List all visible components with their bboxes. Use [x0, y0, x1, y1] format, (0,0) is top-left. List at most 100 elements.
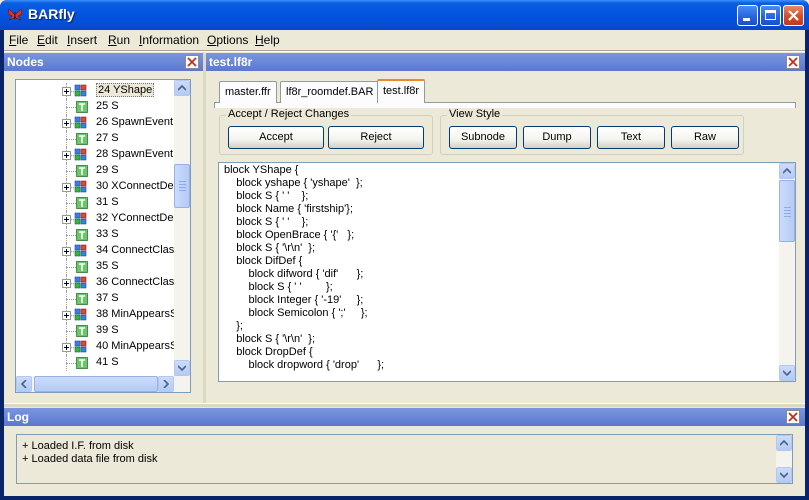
- tab-lf8r-roomdef[interactable]: lf8r_roomdef.BAR: [280, 81, 380, 103]
- code-line: block yshape { 'yshape' };: [224, 177, 363, 189]
- scroll-up-button[interactable]: [779, 163, 795, 179]
- expand-icon[interactable]: [62, 247, 71, 256]
- expand-icon[interactable]: [62, 183, 71, 192]
- block-node-icon: [74, 180, 87, 193]
- menu-run[interactable]: Run: [108, 33, 130, 47]
- log-panel-header: Log: [4, 408, 805, 426]
- tree-item[interactable]: 31 S: [16, 195, 176, 211]
- tree-line: [66, 363, 76, 364]
- app-window: BARfly File Edit Insert Run Information …: [0, 0, 809, 500]
- log-panel-close-button[interactable]: [786, 410, 800, 424]
- tree-item[interactable]: 36 ConnectClas: [16, 275, 176, 291]
- tree-vertical-scrollbar[interactable]: [174, 80, 190, 376]
- tree-item[interactable]: 27 S: [16, 131, 176, 147]
- horizontal-splitter[interactable]: [4, 403, 805, 407]
- code-view[interactable]: block YShape { block yshape { 'yshape' }…: [218, 162, 796, 382]
- tree-item-label: 35 S: [96, 260, 119, 272]
- expand-icon[interactable]: [62, 215, 71, 224]
- menu-edit[interactable]: Edit: [37, 33, 58, 47]
- reject-button[interactable]: Reject: [328, 126, 424, 149]
- menu-insert[interactable]: Insert: [67, 33, 97, 47]
- butterfly-icon: [7, 8, 23, 21]
- maximize-button[interactable]: [760, 5, 781, 26]
- tab-test-lf8r[interactable]: test.lf8r: [377, 79, 426, 103]
- raw-button[interactable]: Raw: [671, 126, 739, 149]
- nodes-panel-close-button[interactable]: [185, 55, 199, 69]
- tree-item-label: 40 MinAppearsS: [96, 340, 178, 352]
- expand-icon[interactable]: [62, 119, 71, 128]
- tree-item[interactable]: 28 SpawnEvent: [16, 147, 176, 163]
- scroll-thumb[interactable]: [174, 164, 190, 208]
- block-node-icon: [74, 116, 87, 129]
- scroll-left-button[interactable]: [16, 376, 32, 392]
- chevron-right-icon: [163, 380, 169, 388]
- scroll-thumb[interactable]: [34, 376, 158, 392]
- log-lines: + Loaded I.F. from disk + Loaded data fil…: [22, 440, 157, 466]
- minimize-button[interactable]: [737, 5, 758, 26]
- editor-panel-close-button[interactable]: [786, 55, 800, 69]
- tree-item[interactable]: 40 MinAppearsS: [16, 339, 178, 355]
- scroll-up-button[interactable]: [776, 435, 792, 451]
- close-icon: [788, 57, 798, 67]
- tree-item[interactable]: 41 S: [16, 355, 176, 371]
- menu-options[interactable]: Options: [207, 33, 248, 47]
- code-line: block DropDef {: [224, 346, 313, 358]
- nodes-panel-header: Nodes: [4, 53, 203, 71]
- tree-item[interactable]: 35 S: [16, 259, 176, 275]
- string-leaf-icon: [76, 357, 88, 369]
- tree-item-label: 39 S: [96, 324, 119, 336]
- minimize-icon: [743, 18, 750, 21]
- code-line: block S { '\r\n' };: [224, 242, 316, 254]
- expand-icon[interactable]: [62, 87, 71, 96]
- window-title: BARfly: [28, 6, 75, 22]
- tree-item[interactable]: 29 S: [16, 163, 176, 179]
- menu-help[interactable]: Help: [255, 33, 280, 47]
- expand-icon[interactable]: [62, 311, 71, 320]
- tree-item-label: 32 YConnectDe: [96, 212, 174, 224]
- node-tree[interactable]: 24 YShape 25 S 26 SpawnEvent 27 S 28 SpawnEv…: [15, 79, 191, 393]
- view-style-group-label: View Style: [447, 108, 503, 120]
- accept-button[interactable]: Accept: [228, 126, 324, 149]
- tab-master-ffr[interactable]: master.ffr: [219, 81, 277, 103]
- close-button[interactable]: [783, 5, 804, 26]
- log-view[interactable]: + Loaded I.F. from disk + Loaded data fil…: [16, 434, 793, 484]
- chevron-down-icon: [178, 365, 186, 371]
- code-line: block S { ' ' };: [224, 281, 333, 293]
- tree-item[interactable]: 33 S: [16, 227, 176, 243]
- tree-item-label: 31 S: [96, 196, 119, 208]
- expand-icon[interactable]: [62, 343, 71, 352]
- dump-button[interactable]: Dump: [523, 126, 591, 149]
- tree-line: [66, 235, 76, 236]
- scroll-down-button[interactable]: [174, 360, 190, 376]
- string-leaf-icon: [76, 101, 88, 113]
- title-bar[interactable]: BARfly: [0, 0, 809, 30]
- code-vertical-scrollbar[interactable]: [779, 163, 795, 381]
- scroll-thumb[interactable]: [779, 180, 795, 242]
- log-vertical-scrollbar[interactable]: [776, 435, 792, 483]
- scroll-down-button[interactable]: [779, 365, 795, 381]
- tree-item[interactable]: 34 ConnectClas: [16, 243, 176, 259]
- expand-icon[interactable]: [62, 279, 71, 288]
- tree-item[interactable]: 39 S: [16, 323, 176, 339]
- block-node-icon: [74, 244, 87, 257]
- tree-item[interactable]: 30 XConnectDe: [16, 179, 176, 195]
- tree-item-label: 36 ConnectClas: [96, 276, 175, 288]
- tree-item[interactable]: 38 MinAppearsS: [16, 307, 177, 323]
- menu-file[interactable]: File: [9, 33, 28, 47]
- scroll-down-button[interactable]: [776, 467, 792, 483]
- tree-item[interactable]: 26 SpawnEvent: [16, 115, 176, 131]
- menu-information[interactable]: Information: [139, 33, 199, 47]
- tree-item[interactable]: 25 S: [16, 99, 176, 115]
- tree-item[interactable]: 24 YShape: [16, 83, 176, 99]
- scroll-up-button[interactable]: [174, 80, 190, 96]
- chevron-down-icon: [783, 370, 791, 376]
- expand-icon[interactable]: [62, 151, 71, 160]
- tree-horizontal-scrollbar[interactable]: [16, 376, 190, 392]
- subnode-button[interactable]: Subnode: [449, 126, 517, 149]
- text-button[interactable]: Text: [597, 126, 665, 149]
- code-line: block dropword { 'drop' };: [224, 359, 385, 371]
- tree-item[interactable]: 32 YConnectDe: [16, 211, 176, 227]
- tree-item[interactable]: 37 S: [16, 291, 176, 307]
- scroll-right-button[interactable]: [158, 376, 174, 392]
- editor-panel-title: test.lf8r: [209, 55, 253, 69]
